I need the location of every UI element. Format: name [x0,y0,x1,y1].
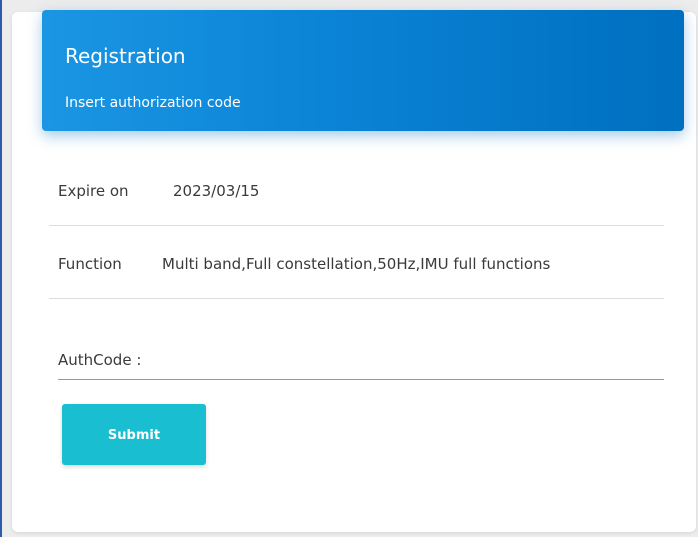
function-value: Multi band,Full constellation,50Hz,IMU f… [162,255,551,273]
function-label: Function [58,255,122,273]
authcode-input[interactable] [138,347,662,375]
registration-header: Registration Insert authorization code [42,10,684,131]
window-frame: Registration Insert authorization code E… [0,0,698,537]
authcode-label: AuthCode : [58,351,142,369]
function-row: Function Multi band,Full constellation,5… [49,254,664,274]
divider [49,298,664,299]
authcode-field: AuthCode : [58,341,664,380]
submit-button[interactable]: Submit [62,404,206,465]
header-title: Registration [65,44,186,68]
divider [49,225,664,226]
expire-value: 2023/03/15 [173,182,260,200]
expire-label: Expire on [58,182,129,200]
expire-row: Expire on 2023/03/15 [49,181,664,201]
header-subtitle: Insert authorization code [65,95,241,111]
